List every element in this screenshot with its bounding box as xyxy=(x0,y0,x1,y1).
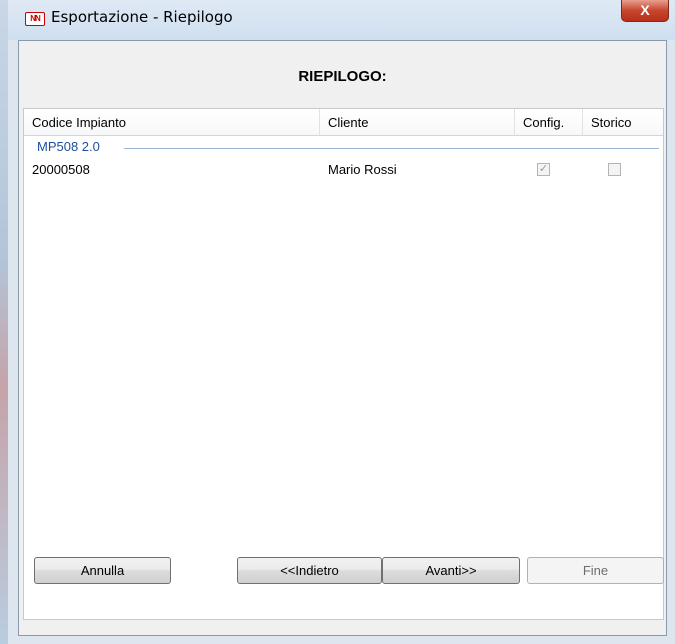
group-label: MP508 2.0 xyxy=(37,139,106,154)
indietro-button[interactable]: <<Indietro xyxy=(237,557,382,584)
cliente-cell: Mario Rossi xyxy=(328,162,397,177)
column-header-cliente[interactable]: Cliente xyxy=(320,109,515,136)
summary-list[interactable]: Codice Impianto Cliente Config. Storico … xyxy=(23,108,664,620)
header-band: RIEPILOGO: xyxy=(19,41,666,108)
column-header-codice-impianto[interactable]: Codice Impianto xyxy=(24,109,320,136)
page-title: RIEPILOGO: xyxy=(298,68,387,85)
app-icon: NN xyxy=(25,12,45,26)
window-title: Esportazione - Riepilogo xyxy=(51,8,233,26)
codice-impianto-cell: 20000508 xyxy=(32,162,90,177)
fine-button[interactable]: Fine xyxy=(527,557,664,584)
client-area: RIEPILOGO: Codice Impianto Cliente Confi… xyxy=(18,40,667,636)
title-bar[interactable]: NN Esportazione - Riepilogo X xyxy=(8,0,675,40)
config-checkbox[interactable]: ✓ xyxy=(537,163,550,176)
group-header[interactable]: MP508 2.0 xyxy=(24,138,663,156)
close-button[interactable]: X xyxy=(621,0,669,22)
window-frame-edge xyxy=(0,0,8,644)
column-header-storico[interactable]: Storico xyxy=(583,109,663,136)
dialog-window: NN Esportazione - Riepilogo X RIEPILOGO:… xyxy=(0,0,675,644)
storico-checkbox[interactable] xyxy=(608,163,621,176)
group-divider xyxy=(124,148,659,149)
annulla-button[interactable]: Annulla xyxy=(34,557,171,584)
avanti-button[interactable]: Avanti>> xyxy=(382,557,520,584)
column-header-config[interactable]: Config. xyxy=(515,109,583,136)
